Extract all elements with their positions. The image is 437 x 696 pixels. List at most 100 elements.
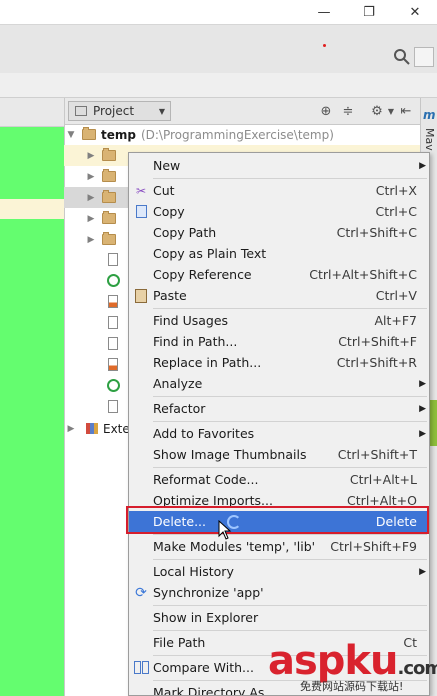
editor-area[interactable] [0, 98, 64, 696]
submenu-arrow-icon: ▶ [419, 160, 426, 171]
menu-item-show-image-thumbnails[interactable]: Show Image Thumbnails Ctrl+Shift+T [129, 444, 429, 465]
maven-icon[interactable]: m [423, 108, 436, 122]
toolbar-action-icon[interactable] [414, 47, 434, 67]
menu-item-new[interactable]: New ▶ [129, 155, 429, 176]
highlight-annotation [126, 506, 429, 534]
menu-item-label: Show in Explorer [153, 610, 259, 625]
submenu-arrow-icon: ▶ [419, 403, 426, 414]
module-icon [107, 274, 120, 287]
target-icon[interactable]: ⊕ [318, 103, 334, 119]
menu-item-label: Make Modules 'temp', 'lib' [153, 539, 316, 554]
chart-file-icon [108, 358, 118, 371]
menu-item-shortcut: Ctrl+V [375, 288, 417, 303]
file-icon [108, 316, 118, 329]
menu-item-label: Analyze [153, 376, 203, 391]
expand-arrow-icon[interactable]: ▶ [84, 214, 98, 224]
menu-item-copy-path[interactable]: Copy Path Ctrl+Shift+C [129, 222, 429, 243]
menu-item-shortcut: Ctrl+Shift+F9 [330, 539, 417, 554]
menu-item-paste[interactable]: Paste Ctrl+V [129, 285, 429, 306]
menu-item-replace-in-path[interactable]: Replace in Path... Ctrl+Shift+R [129, 352, 429, 373]
menu-item-copy-plain-text[interactable]: Copy as Plain Text [129, 243, 429, 264]
menu-item-copy-reference[interactable]: Copy Reference Ctrl+Alt+Shift+C [129, 264, 429, 285]
submenu-arrow-icon: ▶ [419, 428, 426, 439]
expand-arrow-icon[interactable]: ▶ [84, 235, 98, 245]
expand-arrow-icon[interactable]: ▶ [84, 193, 98, 203]
menu-item-find-in-path[interactable]: Find in Path... Ctrl+Shift+F [129, 331, 429, 352]
copy-icon [133, 204, 149, 220]
gear-dropdown-icon[interactable]: ▼ [383, 103, 399, 119]
menu-item-shortcut: Ctrl+Alt+Shift+C [309, 267, 417, 282]
menu-item-copy[interactable]: Copy Ctrl+C [129, 201, 429, 222]
menu-item-synchronize[interactable]: ⟳ Synchronize 'app' [129, 582, 429, 603]
hide-panel-icon[interactable]: ⇤ [398, 103, 414, 119]
menu-item-label: Refactor [153, 401, 206, 416]
menu-item-shortcut: Ctrl+Shift+R [336, 355, 417, 370]
search-icon[interactable] [393, 48, 411, 66]
menu-item-analyze[interactable]: Analyze ▶ [129, 373, 429, 394]
menu-item-label: Synchronize 'app' [153, 585, 264, 600]
navigation-bar [0, 73, 437, 98]
menu-item-shortcut: Ctrl+Shift+C [336, 225, 417, 240]
menu-item-label: Copy Path [153, 225, 217, 240]
main-toolbar [0, 24, 437, 74]
menu-separator [153, 630, 427, 631]
editor-tab-strip [0, 98, 64, 127]
menu-item-local-history[interactable]: Local History ▶ [129, 561, 429, 582]
menu-item-label: Cut [153, 183, 175, 198]
menu-item-label: Replace in Path... [153, 355, 262, 370]
folder-icon [102, 148, 116, 161]
tree-row-root[interactable]: ▼ temp (D:\ProgrammingExercise\temp) [64, 124, 420, 145]
menu-item-shortcut: Ctrl+Shift+T [337, 447, 417, 462]
menu-item-add-to-favorites[interactable]: Add to Favorites ▶ [129, 423, 429, 444]
expand-arrow-icon[interactable]: ▶ [84, 172, 98, 182]
minimize-button[interactable]: — [302, 0, 346, 24]
chart-file-icon [108, 295, 118, 308]
tree-root-name: temp [101, 127, 136, 142]
menu-item-show-in-explorer[interactable]: Show in Explorer [129, 607, 429, 628]
compare-icon [133, 660, 149, 676]
sync-icon: ⟳ [135, 584, 147, 601]
context-menu: New ▶ ✂ Cut Ctrl+X Copy Ctrl+C Copy Path… [128, 152, 430, 696]
menu-item-label: Mark Directory As [153, 685, 265, 696]
submenu-arrow-icon: ▶ [419, 378, 426, 389]
menu-separator [153, 178, 427, 179]
chevron-down-icon: ▼ [158, 106, 165, 116]
watermark-subtitle: 免费网站源码下载站! [300, 680, 404, 693]
menu-item-label: New [153, 158, 181, 173]
menu-item-label: Copy Reference [153, 267, 252, 282]
menu-item-label: Find Usages [153, 313, 229, 328]
folder-icon [82, 127, 96, 140]
submenu-arrow-icon: ▶ [419, 566, 426, 577]
close-button[interactable]: ✕ [393, 0, 437, 24]
indicator-dot [323, 44, 326, 47]
menu-separator [153, 396, 427, 397]
collapse-icon[interactable]: ≑ [340, 103, 356, 119]
menu-item-find-usages[interactable]: Find Usages Alt+F7 [129, 310, 429, 331]
menu-separator [153, 605, 427, 606]
menu-item-label: File Path [153, 635, 206, 650]
expand-arrow-icon[interactable]: ▶ [64, 424, 78, 434]
clipboard-icon [133, 288, 149, 304]
project-icon [75, 106, 87, 116]
menu-item-make-modules[interactable]: Make Modules 'temp', 'lib' Ctrl+Shift+F9 [129, 536, 429, 557]
menu-item-label: Compare With... [153, 660, 254, 675]
maven-panel-label[interactable]: Mav [423, 128, 436, 151]
menu-item-label: Add to Favorites [153, 426, 255, 441]
menu-separator [153, 534, 427, 535]
menu-item-shortcut: Alt+F7 [374, 313, 417, 328]
editor-current-line [0, 199, 64, 219]
menu-item-label: Paste [153, 288, 187, 303]
menu-item-reformat-code[interactable]: Reformat Code... Ctrl+Alt+L [129, 469, 429, 490]
menu-item-refactor[interactable]: Refactor ▶ [129, 398, 429, 419]
library-icon [86, 423, 98, 434]
restore-button[interactable]: ❐ [347, 0, 391, 24]
menu-item-label: Show Image Thumbnails [153, 447, 307, 462]
menu-item-cut[interactable]: ✂ Cut Ctrl+X [129, 180, 429, 201]
folder-icon [102, 190, 116, 203]
folder-icon [102, 211, 116, 224]
menu-item-label: Reformat Code... [153, 472, 259, 487]
expand-arrow-icon[interactable]: ▼ [64, 130, 78, 140]
expand-arrow-icon[interactable]: ▶ [84, 151, 98, 161]
project-view-selector[interactable]: Project ▼ [68, 101, 171, 121]
tree-root-path: (D:\ProgrammingExercise\temp) [140, 127, 334, 142]
